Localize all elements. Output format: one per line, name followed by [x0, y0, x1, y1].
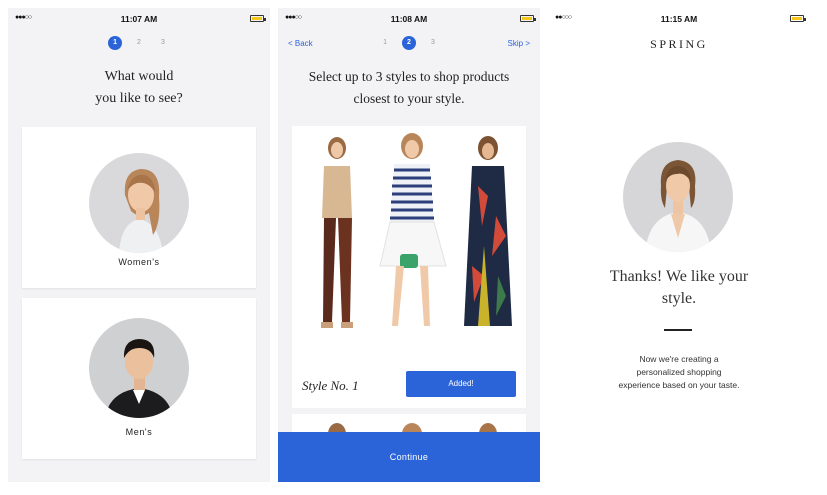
status-time: 11:08 AM [390, 14, 428, 24]
step-indicator: 1 2 3 [8, 36, 270, 52]
status-bar: ●●●○○ 11:08 AM [278, 8, 540, 30]
step-3: 3 [161, 39, 165, 46]
mens-avatar [89, 318, 189, 418]
thanks-heading: Thanks! We like your style. [578, 266, 780, 310]
message-line-2: personalized shopping [636, 367, 722, 377]
womens-avatar [89, 153, 189, 253]
status-time: 11:15 AM [660, 14, 698, 24]
step-1: 1 [108, 36, 123, 50]
status-bar: ●●○○○ 11:15 AM [548, 8, 810, 30]
confirmation-message: Now we're creating a personalized shoppi… [588, 353, 770, 392]
screen-confirmation: ●●○○○ 11:15 AM SPRING Thanks! We like yo… [548, 8, 810, 482]
step-3: 3 [431, 39, 435, 46]
style-outfit-image [292, 126, 526, 358]
man-portrait-image [89, 318, 189, 418]
screen-category-select: ●●●○○ 11:07 AM 1 2 3 What would you like… [8, 8, 270, 482]
page-title: What would you like to see? [8, 66, 270, 110]
woman-white-blazer-image [623, 142, 733, 252]
battery-icon [790, 15, 806, 22]
divider [664, 329, 692, 331]
thanks-line-1: Thanks! We like your [609, 268, 749, 285]
step-indicator: 1 2 3 [278, 36, 540, 52]
category-label-womens: Women's [118, 257, 160, 267]
page-title-line-2: you like to see? [95, 91, 183, 106]
added-button[interactable]: Added! [406, 371, 516, 397]
step-1: 1 [383, 39, 387, 46]
thanks-line-2: style. [661, 290, 697, 307]
confirmation-avatar [623, 142, 733, 252]
page-title-line-1: What would [104, 69, 174, 84]
category-card-mens[interactable]: Men's [22, 298, 256, 459]
page-title-line-1: Select up to 3 styles to shop products [308, 69, 510, 84]
category-label-mens: Men's [125, 427, 153, 437]
style-card-1[interactable]: Style No. 1 Added! [292, 126, 526, 408]
woman-portrait-image [89, 153, 189, 253]
category-card-womens[interactable]: Women's [22, 127, 256, 288]
brand-logo: SPRING [650, 37, 708, 51]
message-line-1: Now we're creating a [639, 354, 719, 364]
page-title-line-2: closest to your style. [353, 91, 465, 106]
step-2: 2 [137, 39, 141, 46]
message-line-3: experience based on your taste. [618, 380, 740, 390]
battery-icon [520, 15, 536, 22]
status-bar: ●●●○○ 11:07 AM [8, 8, 270, 30]
status-time: 11:07 AM [120, 14, 158, 24]
screen-style-select: ●●●○○ 11:08 AM < Back Skip > 1 2 3 Selec… [278, 8, 540, 482]
page-title: Select up to 3 styles to shop products c… [278, 66, 540, 110]
continue-button[interactable]: Continue [278, 432, 540, 482]
step-2: 2 [402, 36, 416, 50]
style-title: Style No. 1 [302, 378, 359, 393]
battery-icon [250, 15, 266, 22]
